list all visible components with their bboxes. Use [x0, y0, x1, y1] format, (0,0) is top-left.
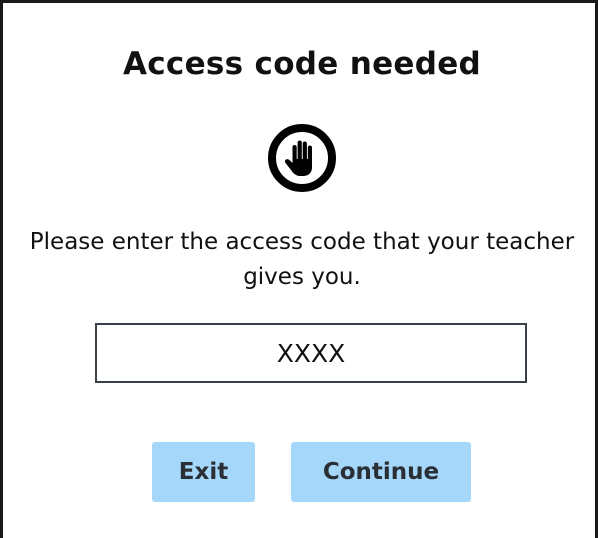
access-code-input[interactable]	[95, 323, 527, 383]
dialog-title: Access code needed	[122, 46, 482, 82]
stop-hand-icon	[268, 124, 336, 192]
instruction-text: Please enter the access code that your t…	[29, 229, 575, 290]
exit-button[interactable]: Exit	[152, 442, 255, 502]
continue-button[interactable]: Continue	[291, 442, 471, 502]
window-frame: Access code needed Please enter the acce…	[0, 0, 598, 538]
